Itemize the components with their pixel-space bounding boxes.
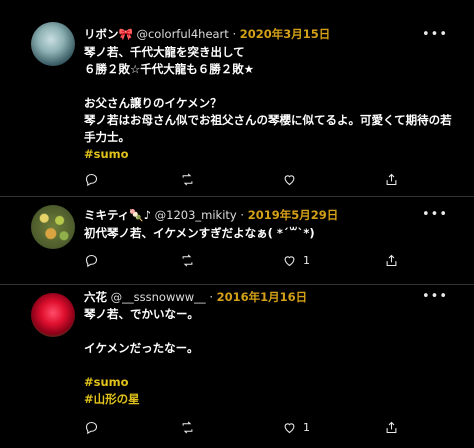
retweet-icon <box>182 253 193 267</box>
share-button[interactable] <box>384 418 399 436</box>
tweet-3[interactable]: 六花 @__sssnowww__ · 2016年1月16日 ••• 琴ノ若、でか… <box>0 284 474 448</box>
ribbon-emoji: 🎀 <box>118 27 133 41</box>
tweet-1[interactable]: リボン🎀 @colorful4heart · 2020年3月15日 ••• 琴ノ… <box>0 0 474 197</box>
retweet-button[interactable] <box>180 170 201 188</box>
reply-icon <box>85 421 98 434</box>
tweet-text: 琴ノ若、千代大龍を突き出して ６勝２敗☆千代大龍も６勝２敗★ お父さん譲りのイケ… <box>84 45 452 144</box>
more-icon[interactable]: ••• <box>422 208 448 221</box>
reply-button[interactable] <box>84 170 105 188</box>
like-icon <box>284 174 295 185</box>
share-button[interactable] <box>384 170 399 188</box>
tweet-date[interactable]: 2016年1月16日 <box>217 290 308 304</box>
like-icon <box>284 255 295 266</box>
dango-emoji: 🍡♪ <box>129 208 151 222</box>
tweet-date[interactable]: 2020年3月15日 <box>240 27 331 41</box>
display-name[interactable]: 六花 <box>84 290 107 304</box>
avatar[interactable] <box>31 205 75 249</box>
like-button[interactable]: 1 <box>282 251 310 269</box>
avatar[interactable] <box>31 22 75 66</box>
user-handle[interactable]: @1203_mikity <box>155 208 237 222</box>
share-icon <box>386 254 397 266</box>
hashtag[interactable]: #sumo <box>84 147 129 161</box>
separator: · <box>232 27 237 41</box>
tweet-text: 琴ノ若、でかいなー。 イケメンだったなー。 <box>84 307 199 355</box>
tweet-2[interactable]: ミキティ🍡♪ @1203_mikity · 2019年5月29日 ••• 初代琴… <box>0 196 474 285</box>
like-count: 1 <box>303 420 310 434</box>
avatar[interactable] <box>31 293 75 337</box>
more-icon[interactable]: ••• <box>422 290 448 303</box>
retweet-icon <box>182 420 193 434</box>
reply-icon <box>85 173 98 186</box>
share-icon <box>386 173 397 185</box>
hashtag[interactable]: #sumo <box>84 375 129 389</box>
user-handle[interactable]: @colorful4heart <box>136 27 228 41</box>
more-icon[interactable]: ••• <box>422 28 448 41</box>
reply-button[interactable] <box>84 251 105 269</box>
display-name[interactable]: ミキティ <box>84 208 129 222</box>
reply-icon <box>85 254 98 267</box>
retweet-button[interactable] <box>180 251 201 269</box>
tweet-date[interactable]: 2019年5月29日 <box>248 208 339 222</box>
hashtag[interactable]: #山形の星 <box>84 392 140 406</box>
user-handle[interactable]: @__sssnowww__ <box>111 290 206 304</box>
retweet-icon <box>182 172 193 186</box>
like-button[interactable]: 1 <box>282 418 310 436</box>
retweet-button[interactable] <box>180 418 201 436</box>
separator: · <box>240 208 245 222</box>
separator: · <box>209 290 213 304</box>
display-name[interactable]: リボン <box>84 27 119 41</box>
like-count: 1 <box>303 253 310 267</box>
like-icon <box>284 422 295 433</box>
tweet-text: 初代琴ノ若、イケメンすぎだよなぁ( *´꒳`*) <box>84 226 315 240</box>
like-button[interactable] <box>282 170 303 188</box>
share-icon <box>386 421 397 433</box>
share-button[interactable] <box>384 251 399 269</box>
reply-button[interactable] <box>84 418 105 436</box>
